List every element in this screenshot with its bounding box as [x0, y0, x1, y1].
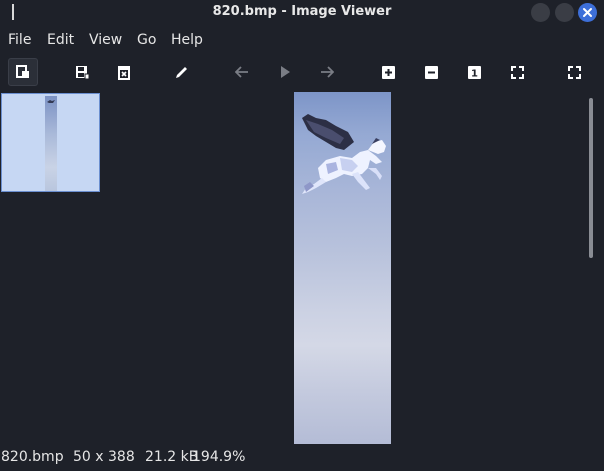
zoom-original-button[interactable]: 1 — [461, 58, 487, 86]
toolbar: 1 — [0, 58, 604, 88]
minimize-button[interactable] — [531, 3, 550, 22]
menu-go[interactable]: Go — [137, 32, 156, 48]
zoom-out-icon — [424, 65, 438, 79]
status-filesize: 21.2 kB — [145, 449, 199, 465]
menu-edit[interactable]: Edit — [47, 32, 74, 48]
zoom-in-icon — [381, 65, 395, 79]
menu-bar: File Edit View Go Help — [0, 28, 604, 54]
zoom-out-button[interactable] — [418, 58, 444, 86]
pegasus-image — [302, 114, 386, 194]
forward-button[interactable] — [314, 58, 340, 86]
edit-icon — [175, 66, 187, 78]
forward-icon — [321, 66, 334, 78]
thumbnail-item[interactable] — [1, 93, 100, 192]
status-bar: 820.bmp 50 x 388 21.2 kB 194.9% — [0, 446, 604, 471]
save-icon — [75, 65, 89, 79]
zoom-original-icon: 1 — [467, 65, 481, 79]
back-icon — [235, 66, 248, 78]
image-view[interactable] — [102, 92, 586, 444]
play-button[interactable] — [272, 58, 298, 86]
play-icon — [281, 66, 290, 78]
zoom-in-button[interactable] — [375, 58, 401, 86]
scrollbar-thumb[interactable] — [589, 98, 593, 258]
open-button[interactable] — [8, 58, 38, 86]
close-button[interactable] — [578, 3, 597, 22]
thumbnail-panel — [0, 92, 102, 444]
displayed-image — [294, 92, 391, 444]
delete-button[interactable] — [111, 58, 137, 86]
image-viewer-window: 820.bmp - Image Viewer File Edit View Go… — [0, 0, 604, 471]
zoom-fit-icon — [510, 65, 524, 79]
save-button[interactable] — [69, 58, 95, 86]
svg-text:1: 1 — [471, 68, 478, 79]
fullscreen-button[interactable] — [561, 58, 587, 86]
status-zoom: 194.9% — [192, 449, 246, 465]
back-button[interactable] — [229, 58, 255, 86]
menu-view[interactable]: View — [89, 32, 122, 48]
zoom-fit-button[interactable] — [504, 58, 530, 86]
vertical-scrollbar[interactable] — [587, 92, 595, 444]
menu-file[interactable]: File — [8, 32, 31, 48]
menu-help[interactable]: Help — [171, 32, 203, 48]
open-icon — [16, 65, 29, 78]
status-dimensions: 50 x 388 — [73, 449, 135, 465]
edit-button[interactable] — [168, 58, 194, 86]
close-icon — [583, 8, 592, 17]
thumbnail-pegasus-icon — [47, 100, 55, 103]
delete-icon — [118, 65, 130, 80]
fullscreen-icon — [567, 65, 581, 79]
maximize-button[interactable] — [555, 3, 574, 22]
thumbnail-image — [45, 96, 57, 191]
window-title: 820.bmp - Image Viewer — [212, 4, 392, 19]
status-filename: 820.bmp — [1, 449, 64, 465]
title-bar: 820.bmp - Image Viewer — [0, 0, 604, 26]
